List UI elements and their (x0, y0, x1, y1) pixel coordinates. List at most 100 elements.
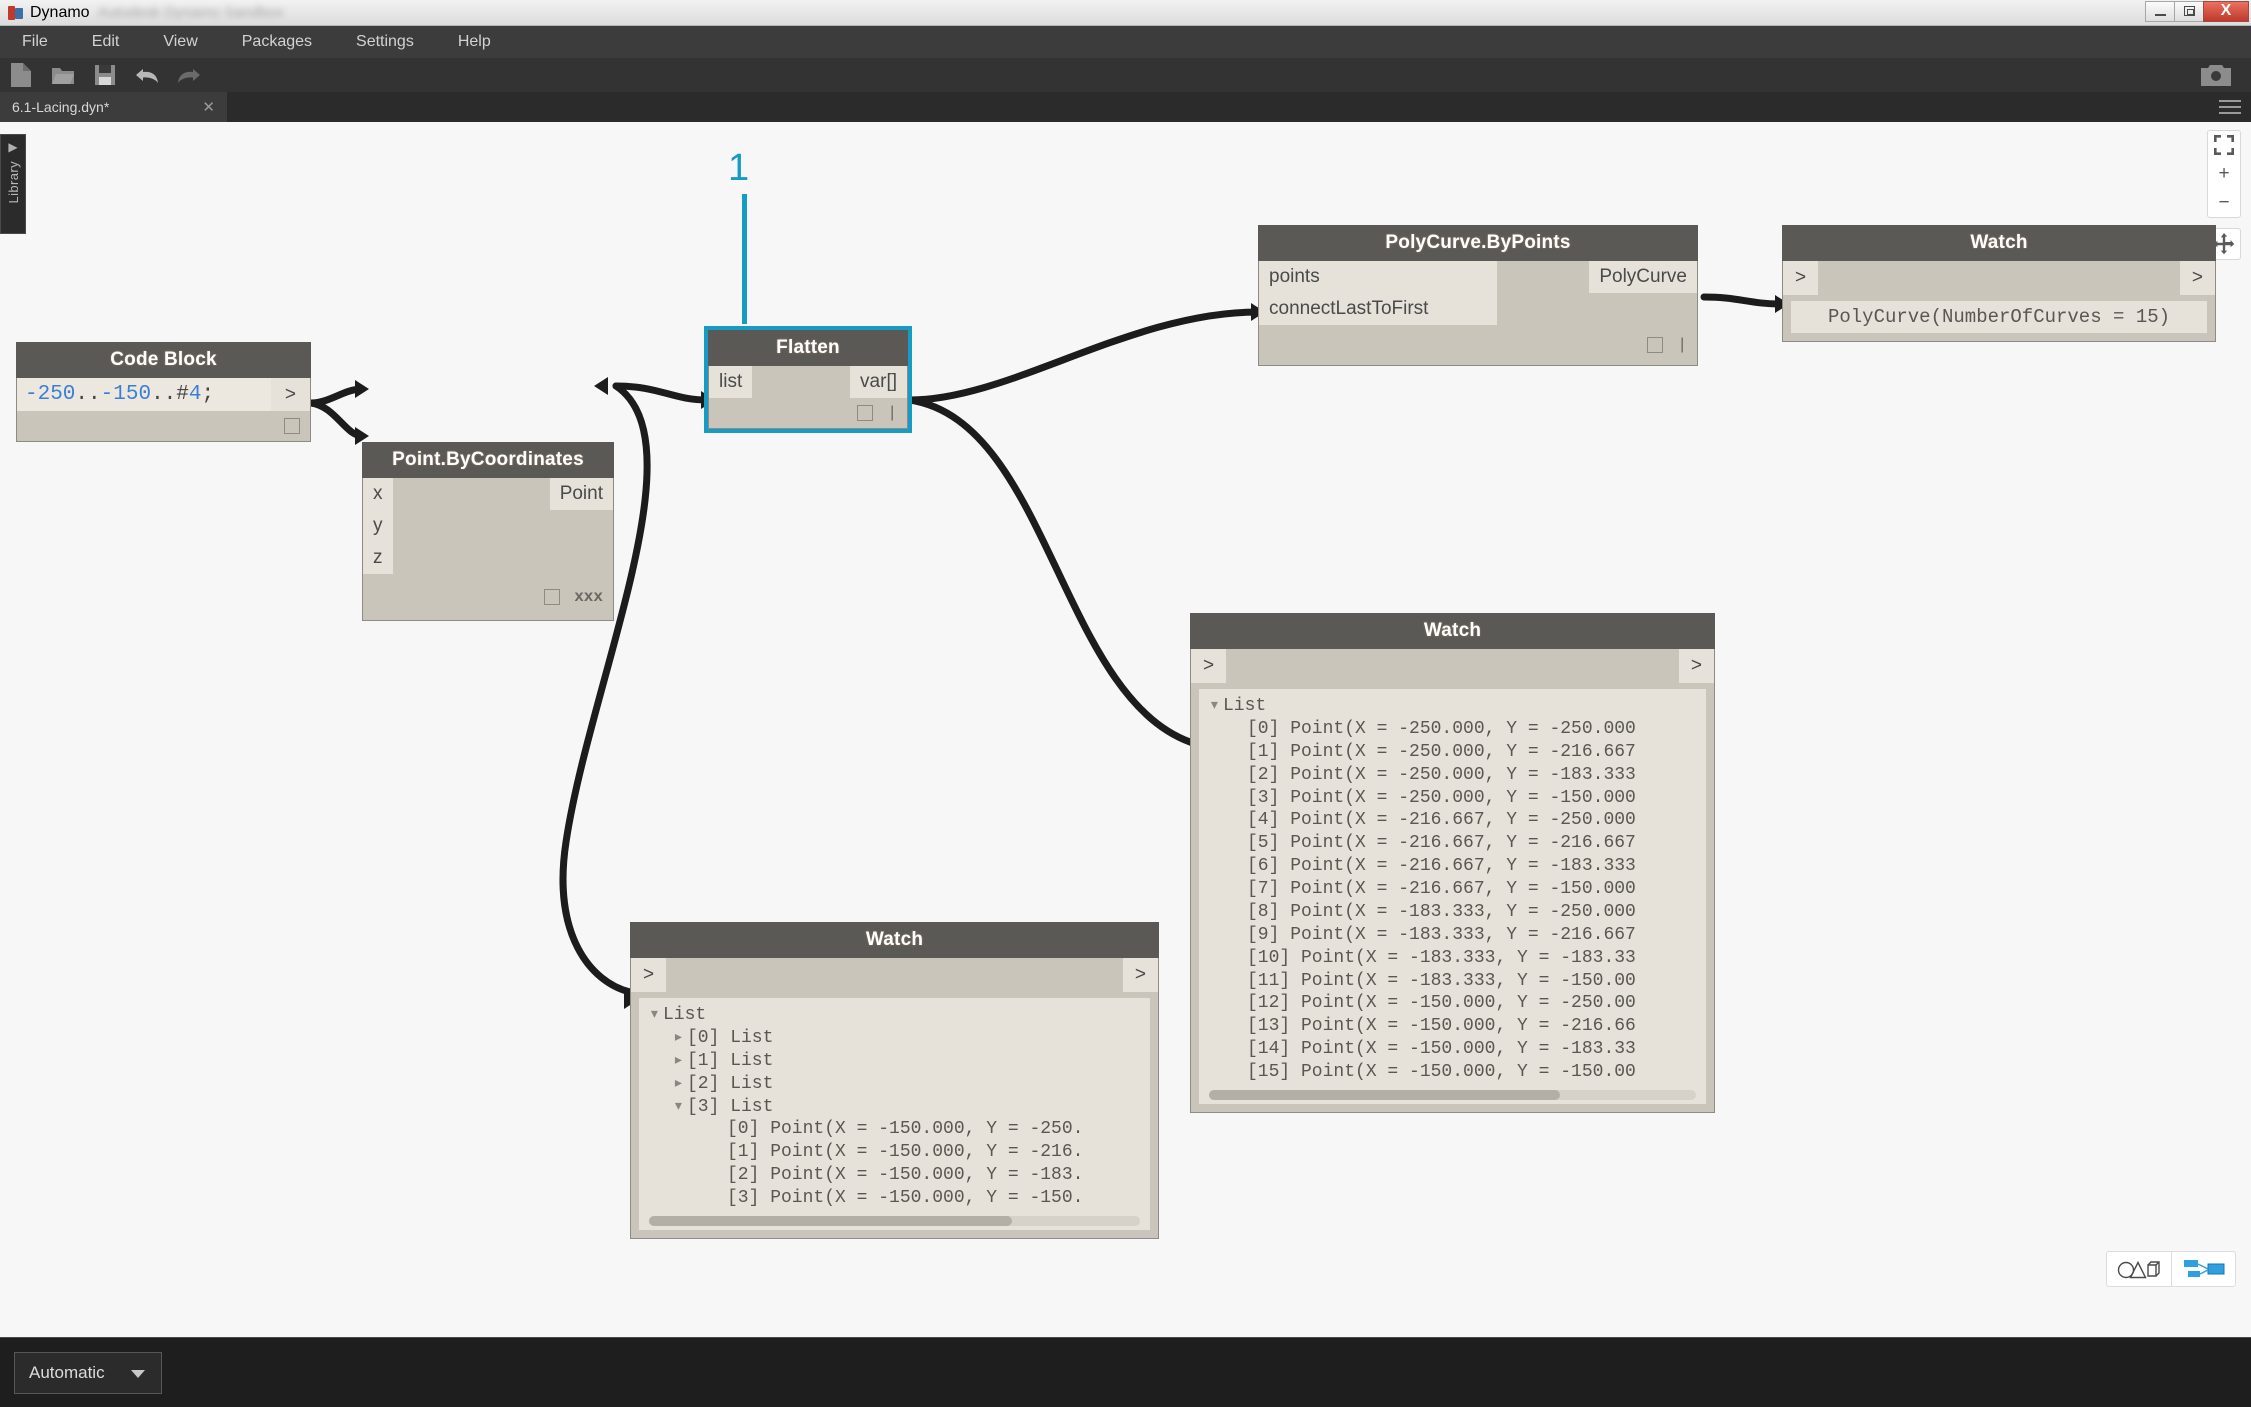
output-port-point[interactable]: Point (549, 478, 613, 510)
input-port-list[interactable]: list (709, 366, 753, 398)
close-tab-icon[interactable]: ✕ (202, 98, 215, 116)
tree-row-collapsed[interactable]: ▸ [2] List (639, 1073, 1150, 1096)
run-mode-dropdown[interactable]: Automatic (14, 1351, 162, 1394)
tree-row[interactable]: [15] Point(X = -150.000, Y = -150.00 (1199, 1061, 1706, 1084)
input-port-y[interactable]: y (363, 510, 393, 542)
fit-to-screen-button[interactable] (2209, 131, 2239, 159)
port-spacer (1818, 261, 2180, 295)
tree-row-collapsed[interactable]: ▸ [1] List (639, 1050, 1150, 1073)
tree-row[interactable]: [14] Point(X = -150.000, Y = -183.33 (1199, 1038, 1706, 1061)
preview-checkbox[interactable] (544, 589, 561, 605)
expand-caret-icon[interactable]: ▸ (673, 1028, 687, 1049)
tree-row[interactable]: [2] Point(X = -250.000, Y = -183.333 (1199, 764, 1706, 787)
tree-child-row[interactable]: [0] Point(X = -150.000, Y = -250. (639, 1118, 1150, 1141)
horizontal-scrollbar[interactable] (1209, 1089, 1696, 1100)
document-tab[interactable]: 6.1-Lacing.dyn* ✕ (0, 92, 227, 122)
redo-button[interactable] (168, 58, 210, 92)
input-port-points[interactable]: points (1259, 261, 1497, 293)
tree-row[interactable]: [0] Point(X = -250.000, Y = -250.000 (1199, 718, 1706, 741)
tree-row[interactable]: [5] Point(X = -216.667, Y = -216.667 (1199, 832, 1706, 855)
lacing-indicator[interactable]: | (887, 404, 897, 422)
tree-root-row[interactable]: ▾ List (1199, 695, 1706, 718)
tree-row[interactable]: [12] Point(X = -150.000, Y = -250.00 (1199, 992, 1706, 1015)
tree-row[interactable]: [1] Point(X = -250.000, Y = -216.667 (1199, 741, 1706, 764)
collapse-caret-icon[interactable]: ▾ (1209, 696, 1223, 717)
output-port-codeblock[interactable]: > (270, 378, 310, 411)
new-file-button[interactable] (0, 58, 42, 92)
tree-child-row[interactable]: [1] Point(X = -150.000, Y = -216. (639, 1141, 1150, 1164)
input-port-watch[interactable]: > (631, 958, 667, 992)
input-port-connectlasttofirst[interactable]: connectLastToFirst (1259, 293, 1497, 325)
output-port-var[interactable]: var[] (850, 366, 907, 398)
output-port-polycurve[interactable]: PolyCurve (1589, 261, 1697, 293)
menu-packages[interactable]: Packages (220, 26, 334, 58)
undo-button[interactable] (126, 58, 168, 92)
expand-caret-icon[interactable]: ▸ (673, 1051, 687, 1072)
tree-root-row[interactable]: ▾ List (639, 1004, 1150, 1027)
horizontal-scrollbar[interactable] (649, 1215, 1140, 1226)
lacing-indicator[interactable]: xxx (574, 588, 603, 606)
watch-tree[interactable]: ▾ List [0] Point(X = -250.000, Y = -250.0… (1199, 689, 1706, 1104)
menu-file[interactable]: File (0, 26, 70, 58)
graph-canvas[interactable]: ▶ Library + − 1 Code Block -250..-150..#… (0, 122, 2251, 1337)
tree-row[interactable]: [13] Point(X = -150.000, Y = -216.66 (1199, 1015, 1706, 1038)
node-watch-flat-list[interactable]: Watch > > ▾ List [0] Point(X = -250.000, … (1190, 613, 1715, 1113)
zoom-in-button[interactable]: + (2209, 160, 2239, 188)
annotation-leader-line (742, 194, 747, 324)
node-polycurve-bypoints[interactable]: PolyCurve.ByPoints points PolyCurve conn… (1258, 225, 1698, 366)
scrollbar-thumb[interactable] (649, 1215, 1013, 1226)
tree-row[interactable]: [9] Point(X = -183.333, Y = -216.667 (1199, 924, 1706, 947)
menu-view[interactable]: View (141, 26, 219, 58)
code-block-input[interactable]: -250..-150..#4; (17, 378, 271, 411)
expand-caret-icon[interactable]: ▸ (673, 1074, 687, 1095)
port-spacer (393, 542, 614, 574)
output-port-watch[interactable]: > (1678, 649, 1714, 683)
open-file-button[interactable] (42, 58, 84, 92)
tree-row[interactable]: [10] Point(X = -183.333, Y = -183.33 (1199, 947, 1706, 970)
tree-child-row[interactable]: [3] Point(X = -150.000, Y = -150. (639, 1187, 1150, 1210)
input-port-z[interactable]: z (363, 542, 393, 574)
input-port-watch[interactable]: > (1191, 649, 1227, 683)
watch-tree[interactable]: ▾ List ▸ [0] List ▸ [1] List ▸ [2] List ▾ [3] Li… (639, 998, 1150, 1230)
menu-help[interactable]: Help (436, 26, 513, 58)
preview-checkbox[interactable] (857, 405, 874, 421)
zoom-out-button[interactable]: − (2209, 189, 2239, 217)
save-file-button[interactable] (84, 58, 126, 92)
input-port-x[interactable]: x (363, 478, 393, 510)
output-port-watch[interactable]: > (1122, 958, 1158, 992)
lacing-indicator[interactable]: | (1677, 336, 1687, 354)
minimize-button[interactable] (2145, 0, 2174, 22)
preview-checkbox[interactable] (1647, 337, 1664, 353)
output-port-watch[interactable]: > (2179, 261, 2215, 295)
node-point-bycoordinates[interactable]: Point.ByCoordinates x Point y z xxx (362, 442, 614, 621)
collapse-caret-icon[interactable]: ▾ (673, 1097, 687, 1118)
preview-checkbox[interactable] (284, 418, 300, 434)
menu-edit[interactable]: Edit (70, 26, 142, 58)
tree-row[interactable]: [7] Point(X = -216.667, Y = -150.000 (1199, 878, 1706, 901)
tree-child-row[interactable]: [2] Point(X = -150.000, Y = -183. (639, 1164, 1150, 1187)
screenshot-button[interactable] (2195, 58, 2237, 92)
node-watch-nested-list[interactable]: Watch > > ▾ List ▸ [0] List ▸ [1] List ▸ [2] L… (630, 922, 1159, 1239)
maximize-button[interactable] (2174, 0, 2203, 22)
node-watch-polycurve[interactable]: Watch > > PolyCurve(NumberOfCurves = 15) (1782, 225, 2216, 342)
close-button[interactable]: X (2203, 0, 2249, 22)
new-icon (11, 63, 31, 87)
hamburger-menu-icon[interactable] (2219, 97, 2241, 117)
geometry-view-button[interactable] (2107, 1252, 2171, 1286)
tree-row-collapsed[interactable]: ▸ [0] List (639, 1027, 1150, 1050)
collapse-caret-icon[interactable]: ▾ (649, 1005, 663, 1026)
tree-row[interactable]: [6] Point(X = -216.667, Y = -183.333 (1199, 855, 1706, 878)
tree-row[interactable]: [4] Point(X = -216.667, Y = -250.000 (1199, 809, 1706, 832)
tree-row-expanded[interactable]: ▾ [3] List (639, 1096, 1150, 1119)
tree-row[interactable]: [11] Point(X = -183.333, Y = -150.00 (1199, 970, 1706, 993)
tree-row[interactable]: [3] Point(X = -250.000, Y = -150.000 (1199, 787, 1706, 810)
node-code-block[interactable]: Code Block -250..-150..#4; > (16, 342, 311, 442)
menu-settings[interactable]: Settings (334, 26, 436, 58)
input-port-watch[interactable]: > (1783, 261, 1819, 295)
node-flatten[interactable]: Flatten list var[] | (704, 326, 912, 433)
scrollbar-thumb[interactable] (1209, 1089, 1560, 1100)
graph-view-button[interactable] (2171, 1252, 2235, 1286)
library-panel-tab[interactable]: ▶ Library (0, 134, 26, 234)
tree-row[interactable]: [8] Point(X = -183.333, Y = -250.000 (1199, 901, 1706, 924)
node-title: Point.ByCoordinates (362, 442, 614, 478)
